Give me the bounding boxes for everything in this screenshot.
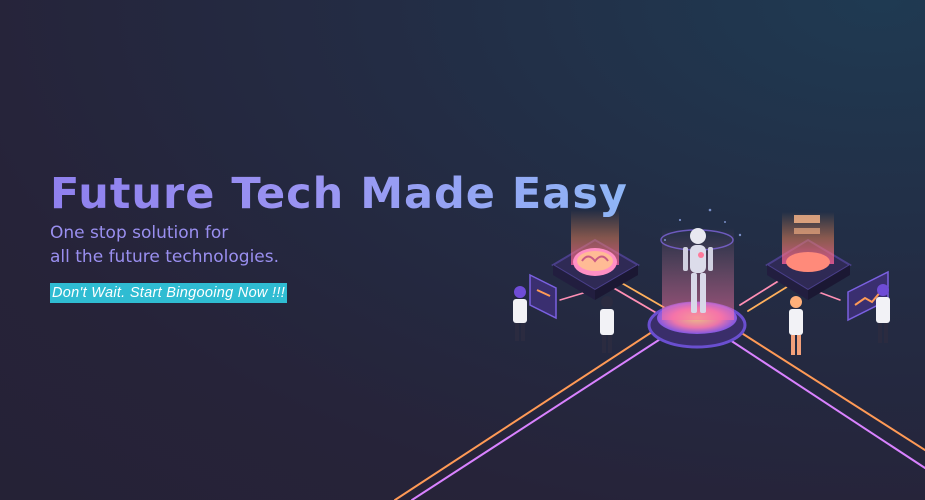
scientist-icon (876, 284, 890, 343)
circuit-lines (394, 273, 925, 500)
data-server-icon (765, 212, 852, 300)
hero-subline-line-2: all the future technologies. (50, 247, 280, 267)
scientist-icon (600, 296, 614, 353)
hero-subline-line-1: One stop solution for (50, 223, 229, 243)
hero-section: Future Tech Made Easy One stop solution … (50, 168, 628, 303)
scientist-icon (789, 296, 803, 355)
hero-headline: Future Tech Made Easy (50, 169, 628, 219)
start-now-cta-link[interactable]: Don't Wait. Start Bingooing Now !!! (50, 283, 288, 303)
